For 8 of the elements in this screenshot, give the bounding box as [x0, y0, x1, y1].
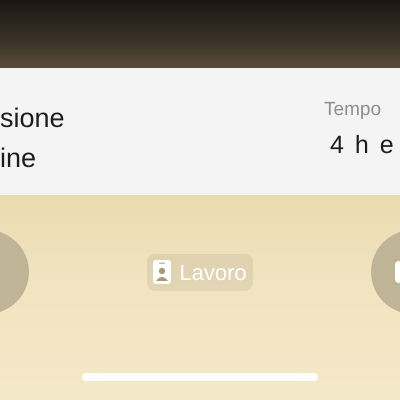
- time-value: 4 h e: [329, 130, 396, 160]
- time-label: Tempo: [324, 98, 382, 122]
- live-activity-card[interactable]: sione ine Tempo 4 h e: [0, 68, 400, 195]
- focus-label: Lavoro: [179, 258, 247, 286]
- activity-title: ine: [0, 142, 38, 175]
- activity-title: sione: [0, 102, 65, 135]
- id-badge-icon: [153, 260, 172, 284]
- home-indicator[interactable]: [82, 373, 318, 381]
